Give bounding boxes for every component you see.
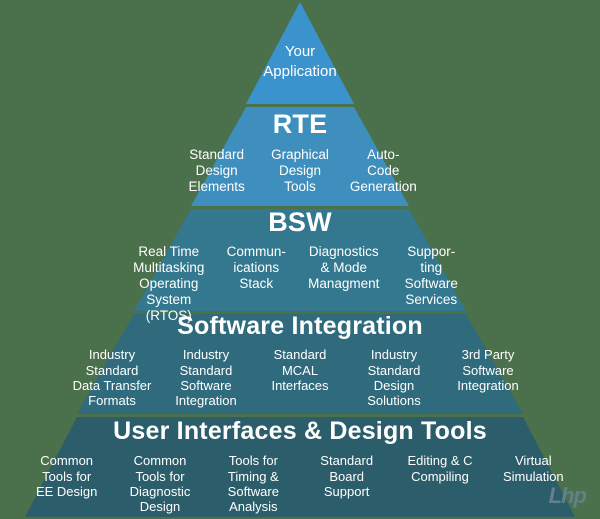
- tier-shape-user-interfaces: [25, 417, 575, 517]
- tier-shape-bsw: [134, 209, 466, 311]
- lhp-logo: Lhp: [548, 483, 587, 508]
- pyramid-diagram: Your Application RTE Standard Design Ele…: [0, 0, 600, 519]
- tier-shape-apex: [246, 2, 354, 104]
- tier-shape-rte: [191, 107, 409, 206]
- tier-shape-software-integration: [77, 314, 523, 414]
- pyramid-shapes: [25, 2, 575, 517]
